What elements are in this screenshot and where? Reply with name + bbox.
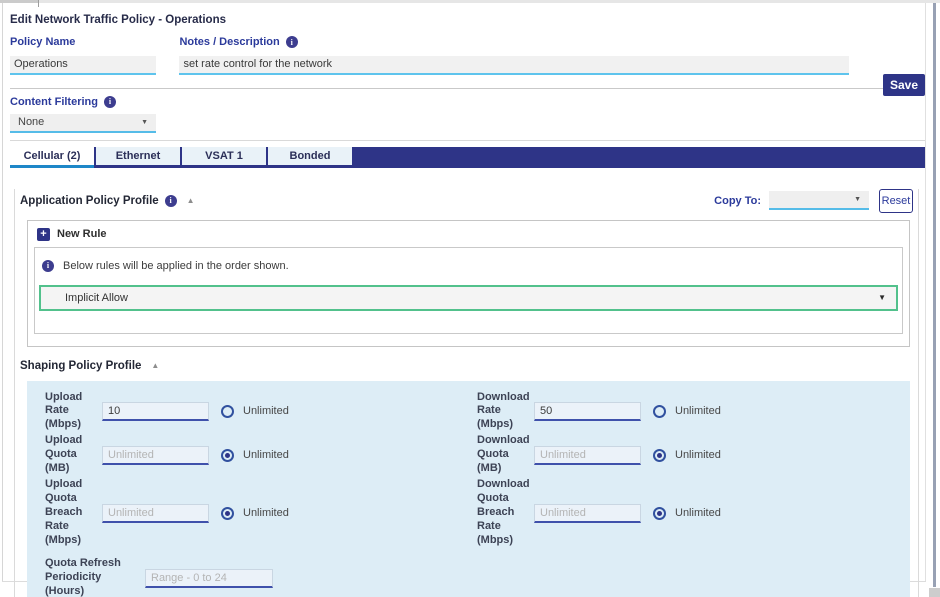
tab-bonded[interactable]: Bonded xyxy=(268,147,352,165)
download-rate-row: Download Rate (Mbps) Unlimited xyxy=(477,391,907,433)
upload-rate-row: Upload Rate (Mbps) Unlimited xyxy=(45,391,477,433)
content-filtering-select[interactable]: None ▼ xyxy=(10,114,156,133)
caret-down-icon: ▼ xyxy=(854,196,861,203)
top-chrome-strip xyxy=(0,0,940,3)
tab-bonded-label: Bonded xyxy=(290,150,331,162)
top-chrome-strip-left xyxy=(0,0,38,3)
upload-rate-unlimited-label: Unlimited xyxy=(243,405,289,417)
download-rate-unlimited-label: Unlimited xyxy=(675,405,721,417)
tab-content-panel: Application Policy Profile i ▲ Copy To: … xyxy=(14,189,919,597)
implicit-allow-select[interactable]: Implicit Allow ▼ xyxy=(39,285,898,311)
caret-down-icon: ▼ xyxy=(878,294,886,302)
scrollbar-corner xyxy=(929,588,940,597)
download-rate-unlimited-radio[interactable] xyxy=(653,405,666,418)
tab-vsat1-label: VSAT 1 xyxy=(205,150,243,162)
upload-quota-row: Upload Quota (MB) Unlimited xyxy=(45,434,477,476)
quota-refresh-row: Quota Refresh Periodicity (Hours) xyxy=(45,557,477,597)
policy-name-label: Policy Name xyxy=(10,36,156,48)
reset-button[interactable]: Reset xyxy=(879,189,913,213)
application-policy-collapse-icon[interactable]: ▲ xyxy=(187,196,195,205)
save-button[interactable]: Save xyxy=(883,74,925,96)
divider-under-header xyxy=(10,88,925,89)
upload-breach-unlimited-label: Unlimited xyxy=(243,507,289,519)
upload-rate-unlimited-radio[interactable] xyxy=(221,405,234,418)
upload-breach-row: Upload Quota Breach Rate (Mbps) Unlimite… xyxy=(45,478,477,548)
notes-input[interactable] xyxy=(179,56,849,75)
upload-breach-unlimited-radio[interactable] xyxy=(221,507,234,520)
quota-refresh-label: Quota Refresh Periodicity (Hours) xyxy=(45,557,140,597)
tab-vsat1[interactable]: VSAT 1 xyxy=(182,147,266,165)
download-quota-label: Download Quota (MB) xyxy=(477,434,534,476)
divider-under-content-filtering xyxy=(10,140,925,141)
new-rule-button[interactable]: + New Rule xyxy=(28,221,909,247)
new-rule-label: New Rule xyxy=(57,228,107,240)
download-rate-label: Download Rate (Mbps) xyxy=(477,391,534,433)
page-right-border xyxy=(925,3,926,581)
copy-to-label: Copy To: xyxy=(714,195,761,207)
scrollbar-thumb[interactable] xyxy=(933,3,936,587)
application-policy-title: Application Policy Profile xyxy=(20,195,159,207)
download-breach-unlimited-label: Unlimited xyxy=(675,507,721,519)
interface-tabbar: Cellular (2) Ethernet VSAT 1 Bonded xyxy=(10,147,925,168)
download-quota-unlimited-radio[interactable] xyxy=(653,449,666,462)
rules-info-text: Below rules will be applied in the order… xyxy=(63,260,289,272)
upload-quota-input[interactable] xyxy=(102,446,209,465)
page-left-border xyxy=(2,3,3,581)
download-quota-row: Download Quota (MB) Unlimited xyxy=(477,434,907,476)
tab-ethernet-label: Ethernet xyxy=(116,150,161,162)
policy-name-input[interactable] xyxy=(10,56,156,75)
quota-refresh-input[interactable] xyxy=(145,569,273,588)
content-filtering-label: Content Filtering xyxy=(10,96,98,108)
edit-network-traffic-policy-page: Edit Network Traffic Policy - Operations… xyxy=(0,0,940,597)
application-policy-info-icon[interactable]: i xyxy=(165,195,177,207)
download-breach-unlimited-radio[interactable] xyxy=(653,507,666,520)
download-breach-label: Download Quota Breach Rate (Mbps) xyxy=(477,478,534,548)
download-quota-unlimited-label: Unlimited xyxy=(675,449,721,461)
tab-cellular[interactable]: Cellular (2) xyxy=(10,147,94,168)
upload-quota-unlimited-label: Unlimited xyxy=(243,449,289,461)
info-icon: i xyxy=(42,260,54,272)
copy-to-select[interactable]: ▼ xyxy=(769,191,869,210)
upload-breach-input[interactable] xyxy=(102,504,209,523)
rules-box: + New Rule i Below rules will be applied… xyxy=(27,220,910,347)
implicit-allow-value: Implicit Allow xyxy=(65,292,128,304)
content-filtering-value: None xyxy=(18,116,44,128)
shaping-policy-title: Shaping Policy Profile xyxy=(20,360,141,372)
header-form-row: Policy Name Notes / Description i Save xyxy=(10,36,925,75)
notes-label: Notes / Description xyxy=(179,36,279,48)
shaping-panel: Upload Rate (Mbps) Unlimited Upload Quot… xyxy=(27,381,910,597)
download-breach-input[interactable] xyxy=(534,504,641,523)
content-filtering-info-icon[interactable]: i xyxy=(104,96,116,108)
rules-list-box: i Below rules will be applied in the ord… xyxy=(34,247,903,334)
upload-quota-unlimited-radio[interactable] xyxy=(221,449,234,462)
upload-quota-label: Upload Quota (MB) xyxy=(45,434,102,476)
tab-cellular-label: Cellular (2) xyxy=(24,150,81,162)
download-quota-input[interactable] xyxy=(534,446,641,465)
caret-down-icon: ▼ xyxy=(141,119,148,126)
page-title: Edit Network Traffic Policy - Operations xyxy=(10,14,925,26)
upload-breach-label: Upload Quota Breach Rate (Mbps) xyxy=(45,478,102,548)
upload-rate-input[interactable] xyxy=(102,402,209,421)
plus-icon: + xyxy=(37,228,50,241)
notes-info-icon[interactable]: i xyxy=(286,36,298,48)
upload-rate-label: Upload Rate (Mbps) xyxy=(45,391,102,433)
shaping-policy-collapse-icon[interactable]: ▲ xyxy=(151,361,159,370)
tab-ethernet[interactable]: Ethernet xyxy=(96,147,180,165)
download-rate-input[interactable] xyxy=(534,402,641,421)
download-breach-row: Download Quota Breach Rate (Mbps) Unlimi… xyxy=(477,478,907,548)
